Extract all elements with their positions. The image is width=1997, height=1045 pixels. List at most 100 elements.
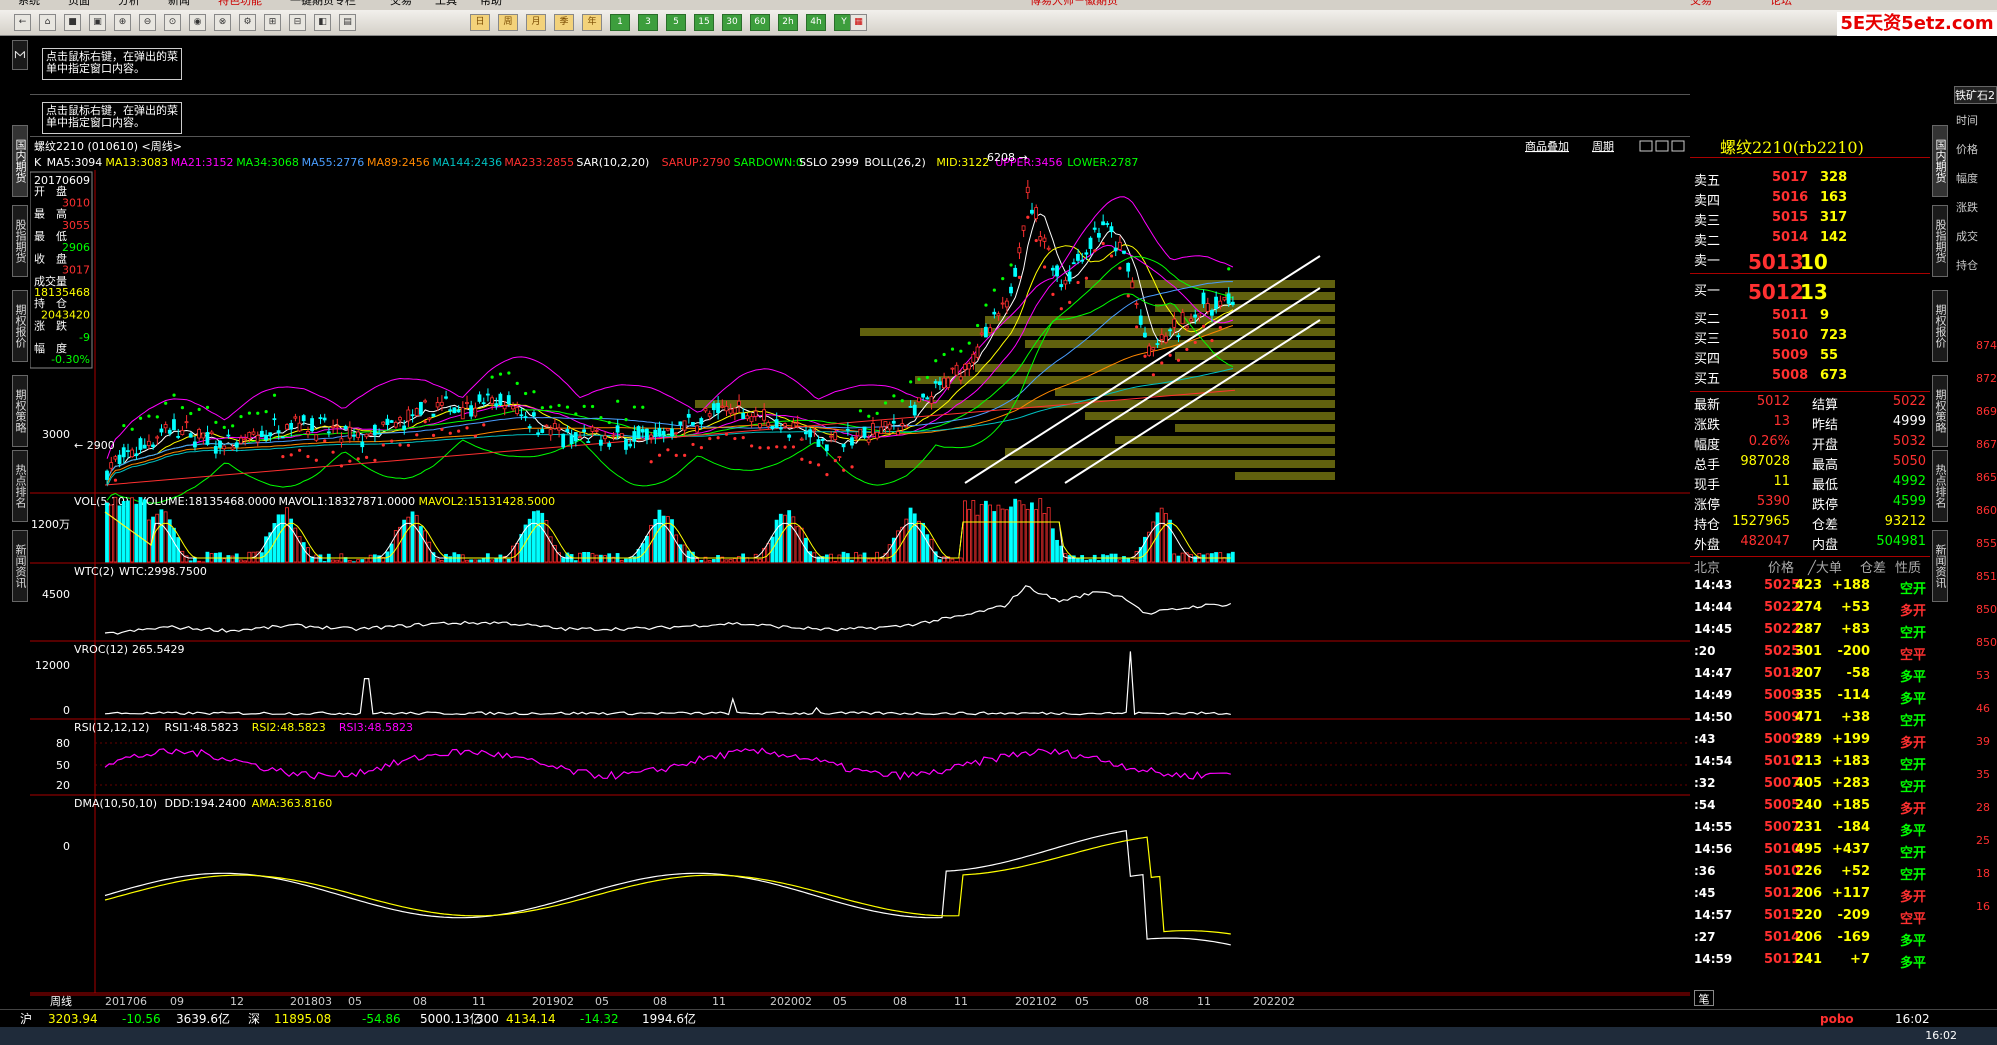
candle-body (900, 423, 905, 427)
period-button[interactable]: 4h (806, 14, 826, 31)
volume-bar (205, 551, 210, 563)
menu-item[interactable]: 新闻 (168, 0, 190, 6)
toolbar-icon[interactable]: ⊕ (114, 14, 131, 31)
panel-title: VROC(12) (74, 643, 128, 656)
toolbar-icon[interactable]: ⊙ (164, 14, 181, 31)
volume-bar (1055, 539, 1059, 563)
calc-icon[interactable]: ▦ (850, 14, 867, 31)
volume-bar (1088, 559, 1093, 563)
period-button[interactable]: 15 (694, 14, 714, 31)
sar-dot (189, 411, 193, 416)
toolbar-icon[interactable]: ◉ (189, 14, 206, 31)
side-tab[interactable]: 期权策略 (12, 375, 28, 447)
toolbar-icon[interactable]: ⊗ (214, 14, 231, 31)
sar-dot (473, 434, 477, 438)
menu-item[interactable]: 分析 (118, 0, 140, 6)
side-tab[interactable]: 新闻资讯 (12, 530, 28, 602)
ask-row[interactable]: 卖五 5017 328 (1690, 170, 1930, 190)
menu-item[interactable]: 一键期货专栏 (290, 0, 356, 6)
hint-panel-1[interactable]: 点击鼠标右键，在弹出的菜单中指定窗口内容。 (42, 48, 182, 80)
toolbar-icon[interactable]: ◧ (314, 14, 331, 31)
side-tab[interactable]: 国内期货 (1932, 125, 1948, 197)
bid-row[interactable]: 买一 5012 13 (1690, 280, 1930, 304)
bid-row[interactable]: 买三 5010 723 (1690, 328, 1930, 348)
bid-row[interactable]: 买二 5011 9 (1690, 308, 1930, 328)
ask-row[interactable]: 卖一 5013 10 (1690, 250, 1930, 274)
bid-row[interactable]: 买五 5008 673 (1690, 368, 1930, 388)
toolbar-icon[interactable]: ▤ (339, 14, 356, 31)
candle-body (264, 434, 268, 441)
side-small-button[interactable]: ∑ (12, 40, 28, 70)
period-button[interactable]: 日 (470, 14, 490, 31)
hint-panel-2[interactable]: 点击鼠标右键，在弹出的菜单中指定窗口内容。 (42, 102, 182, 134)
trade-button[interactable]: 交易 (1690, 0, 1712, 6)
sar-dot (657, 453, 662, 457)
candle-body (829, 435, 833, 438)
candle-body (967, 363, 972, 370)
volume-bar (1214, 552, 1218, 563)
period-button[interactable]: 60 (750, 14, 770, 31)
side-tab[interactable]: 热点排名 (12, 450, 28, 522)
side-tab[interactable]: 期权报价 (1932, 290, 1948, 362)
side-tab[interactable]: 股指期货 (1932, 205, 1948, 277)
period-button[interactable]: 2h (778, 14, 798, 31)
stat-label: 外盘 (1694, 538, 1721, 553)
toolbar-icon[interactable]: ⊖ (139, 14, 156, 31)
bid-row[interactable]: 买四 5009 55 (1690, 348, 1930, 368)
toolbar-icon[interactable]: ⊞ (264, 14, 281, 31)
forum-button[interactable]: 论坛 (1770, 0, 1792, 6)
side-tab[interactable]: 国内期货 (12, 125, 28, 197)
side-tab[interactable]: 期权报价 (12, 290, 28, 362)
side-tab[interactable]: 股指期货 (12, 205, 28, 277)
sar-dot (900, 399, 904, 403)
side-tab[interactable]: 期权策略 (1932, 375, 1948, 447)
tick-time: 14:47 (1694, 666, 1733, 680)
panel-value: RSI2:48.5823 (252, 721, 326, 734)
sar-dot (1051, 292, 1055, 296)
toolbar-icon[interactable]: ⊟ (289, 14, 306, 31)
candle-body (226, 434, 231, 437)
menu-item[interactable]: 交易 (390, 0, 412, 6)
candle-body (527, 426, 532, 429)
ask-row[interactable]: 卖三 5015 317 (1690, 210, 1930, 230)
toolbar-icon[interactable]: ■ (64, 14, 81, 31)
period-button[interactable]: 1 (610, 14, 630, 31)
period-button[interactable]: 年 (582, 14, 602, 31)
toolbar-icon[interactable]: ⚙ (239, 14, 256, 31)
period-button[interactable]: 月 (526, 14, 546, 31)
menu-item[interactable]: 帮助 (480, 0, 502, 6)
tick-row: :45 5012 206 +117 多开 (1690, 886, 1930, 906)
side-tab[interactable]: 新闻资讯 (1932, 530, 1948, 602)
volume-bar (1080, 555, 1085, 563)
ask-row[interactable]: 卖四 5016 163 (1690, 190, 1930, 210)
candle-body (728, 408, 733, 414)
volume-bar (197, 560, 201, 563)
sar-dot (917, 377, 921, 381)
menu-item[interactable]: 特色功能 (218, 0, 262, 6)
sar-dot (482, 423, 486, 427)
kline-chart[interactable]: 螺纹2210 (010610) <周线> 商品叠加 周期 K MA5:3094 MA13:… (30, 138, 1690, 1009)
menu-item[interactable]: 工具 (435, 0, 457, 6)
period-link[interactable]: 周期 (1592, 140, 1614, 153)
volume-bar (1096, 560, 1101, 563)
period-button[interactable]: 季 (554, 14, 574, 31)
tick-volume: 240 (1794, 798, 1822, 813)
instrument-label: 螺纹2210 (010610) <周线> (34, 139, 182, 153)
period-button[interactable]: 3 (638, 14, 658, 31)
period-button[interactable]: 周 (498, 14, 518, 31)
side-tab[interactable]: 热点排名 (1932, 450, 1948, 522)
period-button[interactable]: 30 (722, 14, 742, 31)
ask-row[interactable]: 卖二 5014 142 (1690, 230, 1930, 250)
status-item: -10.56 (122, 1012, 161, 1026)
toolbar-icon[interactable]: ⌂ (39, 14, 56, 31)
overlay-button[interactable]: 商品叠加 (1525, 139, 1569, 153)
menu-item[interactable]: 系统 (18, 0, 40, 6)
period-button[interactable]: 5 (666, 14, 686, 31)
menu-item[interactable]: 页面 (68, 0, 90, 6)
quote-panel: 螺纹2210(rb2210) 卖五 5017 328 卖四 5016 163 卖三 5015 31… (1690, 138, 1930, 1008)
tick-mode-tab[interactable]: 笔 (1694, 990, 1714, 1006)
candle-body (105, 470, 109, 480)
toolbar-icon[interactable]: ▣ (89, 14, 106, 31)
sar-dot (1084, 276, 1089, 280)
toolbar-icon[interactable]: ← (14, 14, 31, 31)
